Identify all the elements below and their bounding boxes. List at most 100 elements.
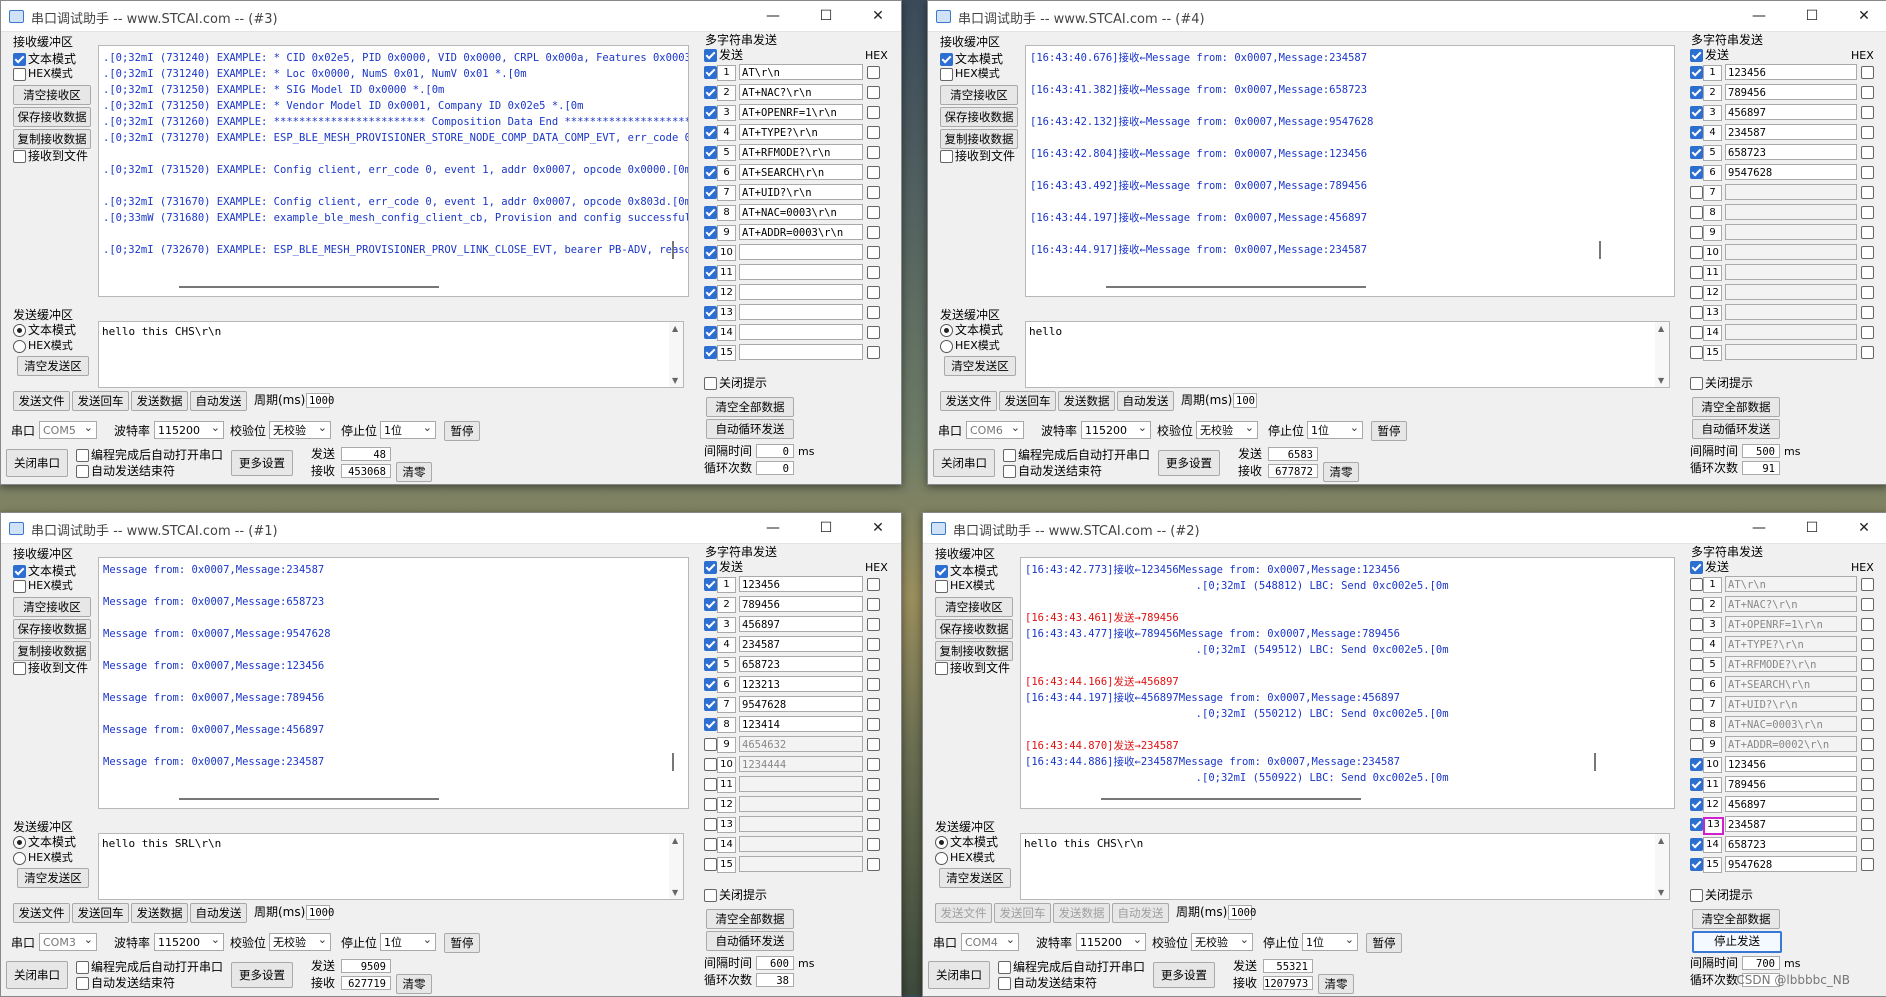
row-send-checkbox[interactable] — [704, 698, 717, 711]
maximize-button[interactable]: ☐ — [1792, 5, 1832, 27]
close-tip-checkbox[interactable] — [704, 377, 717, 390]
port-select[interactable]: COM5 — [39, 419, 97, 439]
baud-select[interactable]: 115200 — [154, 419, 224, 439]
row-hex-checkbox[interactable] — [1861, 818, 1874, 831]
row-hex-checkbox[interactable] — [867, 306, 880, 319]
row-string-input[interactable]: AT+OPENRF=1\r\n — [1725, 616, 1857, 632]
tx-text-mode-radio[interactable] — [935, 836, 948, 849]
row-hex-checkbox[interactable] — [867, 838, 880, 851]
rx-vertical-scrollbar[interactable] — [672, 241, 674, 259]
row-send-checkbox[interactable] — [1690, 778, 1703, 791]
row-send-checkbox[interactable] — [1690, 618, 1703, 631]
row-send-button[interactable]: 14 — [717, 325, 736, 341]
row-string-input[interactable]: AT+ADDR=0003\r\n — [739, 224, 863, 240]
row-hex-checkbox[interactable] — [867, 66, 880, 79]
minimize-button[interactable]: — — [1739, 5, 1779, 27]
row-string-input[interactable] — [739, 816, 863, 832]
row-send-button[interactable]: 5 — [1703, 657, 1722, 673]
row-hex-checkbox[interactable] — [867, 286, 880, 299]
row-send-checkbox[interactable] — [1690, 206, 1703, 219]
tx-textarea[interactable]: hello this SRL\r\n ▲ ▼ — [98, 833, 684, 900]
clear-rx-button[interactable]: 清空接收区 — [940, 85, 1018, 105]
row-hex-checkbox[interactable] — [1861, 186, 1874, 199]
row-send-checkbox[interactable] — [1690, 658, 1703, 671]
row-string-input[interactable]: 456897 — [739, 616, 863, 632]
row-send-button[interactable]: 10 — [717, 245, 736, 261]
row-send-button[interactable]: 3 — [1703, 105, 1722, 121]
row-hex-checkbox[interactable] — [867, 658, 880, 671]
baud-select[interactable]: 115200 — [1076, 931, 1146, 951]
row-hex-checkbox[interactable] — [867, 798, 880, 811]
send-data-button[interactable]: 发送数据 — [131, 391, 188, 411]
row-send-button[interactable]: 7 — [1703, 185, 1722, 201]
row-hex-checkbox[interactable] — [867, 678, 880, 691]
rx-textarea[interactable]: [16:43:42.773]接收←123456Message from: 0x0… — [1020, 557, 1675, 809]
row-send-button[interactable]: 13 — [1703, 305, 1722, 321]
row-string-input[interactable]: 658723 — [1725, 836, 1857, 852]
tx-text-mode-radio[interactable] — [13, 836, 26, 849]
row-hex-checkbox[interactable] — [1861, 206, 1874, 219]
row-string-input[interactable] — [739, 264, 863, 280]
auto-close-checkbox[interactable] — [998, 977, 1011, 990]
row-send-button[interactable]: 1 — [1703, 65, 1722, 81]
row-hex-checkbox[interactable] — [1861, 598, 1874, 611]
row-send-button[interactable]: 3 — [1703, 617, 1722, 633]
port-select[interactable]: COM6 — [966, 419, 1024, 439]
row-send-checkbox[interactable] — [704, 206, 717, 219]
row-hex-checkbox[interactable] — [867, 186, 880, 199]
row-hex-checkbox[interactable] — [1861, 226, 1874, 239]
row-string-input[interactable]: 9547628 — [1725, 856, 1857, 872]
row-send-checkbox[interactable] — [1690, 638, 1703, 651]
send-all-checkbox[interactable] — [1690, 49, 1703, 62]
row-string-input[interactable] — [739, 776, 863, 792]
row-send-checkbox[interactable] — [1690, 326, 1703, 339]
port-select[interactable]: COM3 — [39, 931, 97, 951]
close-button[interactable]: ✕ — [1844, 517, 1884, 539]
row-send-checkbox[interactable] — [1690, 718, 1703, 731]
row-string-input[interactable]: 123414 — [739, 716, 863, 732]
copy-rx-button[interactable]: 复制接收数据 — [935, 641, 1013, 661]
row-send-checkbox[interactable] — [704, 66, 717, 79]
row-send-checkbox[interactable] — [704, 166, 717, 179]
row-send-checkbox[interactable] — [1690, 126, 1703, 139]
tx-hex-mode-radio[interactable] — [13, 852, 26, 865]
rx-text-mode-checkbox[interactable] — [940, 53, 953, 66]
row-send-checkbox[interactable] — [704, 618, 717, 631]
row-string-input[interactable] — [739, 284, 863, 300]
send-all-checkbox[interactable] — [704, 49, 717, 62]
row-string-input[interactable]: 658723 — [1725, 144, 1857, 160]
copy-rx-button[interactable]: 复制接收数据 — [940, 129, 1018, 149]
tx-scrollbar[interactable]: ▲ ▼ — [1655, 834, 1669, 899]
row-send-button[interactable]: 9 — [717, 225, 736, 241]
row-send-button[interactable]: 13 — [717, 305, 736, 321]
save-rx-button[interactable]: 保存接收数据 — [940, 107, 1018, 127]
row-send-checkbox[interactable] — [704, 818, 717, 831]
interval-input[interactable]: 0 — [756, 444, 794, 458]
row-send-checkbox[interactable] — [1690, 798, 1703, 811]
auto-send-button[interactable]: 自动发送 — [1112, 903, 1169, 923]
send-all-checkbox[interactable] — [1690, 561, 1703, 574]
row-string-input[interactable] — [739, 304, 863, 320]
row-send-button[interactable]: 1 — [717, 577, 736, 593]
row-hex-checkbox[interactable] — [1861, 346, 1874, 359]
row-send-button[interactable]: 6 — [717, 677, 736, 693]
row-string-input[interactable] — [1725, 284, 1857, 300]
row-string-input[interactable] — [739, 324, 863, 340]
auto-send-button[interactable]: 自动发送 — [1117, 391, 1174, 411]
row-hex-checkbox[interactable] — [867, 326, 880, 339]
row-send-checkbox[interactable] — [704, 106, 717, 119]
row-hex-checkbox[interactable] — [1861, 738, 1874, 751]
row-hex-checkbox[interactable] — [867, 818, 880, 831]
row-send-button[interactable]: 6 — [1703, 677, 1722, 693]
copy-rx-button[interactable]: 复制接收数据 — [13, 129, 91, 149]
row-send-checkbox[interactable] — [704, 578, 717, 591]
row-hex-checkbox[interactable] — [1861, 66, 1874, 79]
row-hex-checkbox[interactable] — [867, 698, 880, 711]
row-send-checkbox[interactable] — [704, 638, 717, 651]
clear-tx-button[interactable]: 清空发送区 — [939, 868, 1011, 888]
row-send-button[interactable]: 5 — [717, 145, 736, 161]
auto-send-button[interactable]: 自动发送 — [190, 903, 247, 923]
row-hex-checkbox[interactable] — [1861, 778, 1874, 791]
row-send-button[interactable]: 12 — [717, 797, 736, 813]
row-string-input[interactable]: 658723 — [739, 656, 863, 672]
